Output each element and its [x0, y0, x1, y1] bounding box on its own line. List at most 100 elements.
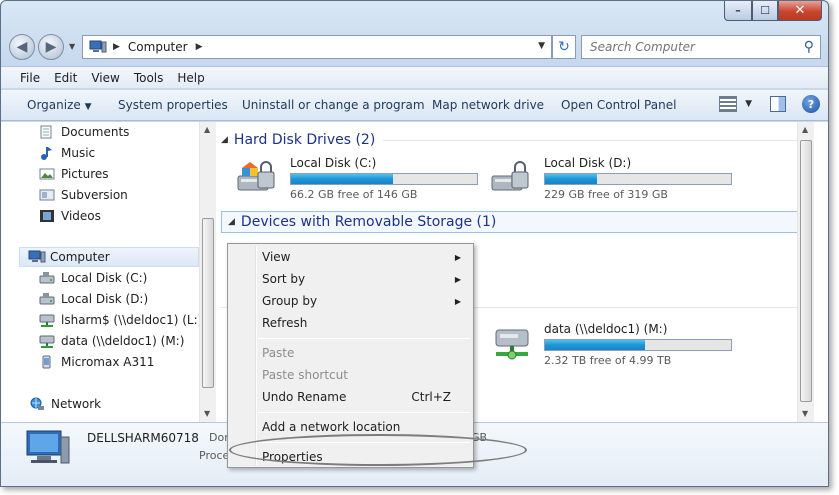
computer-icon: [28, 250, 46, 264]
maximize-button[interactable]: ☐: [752, 1, 778, 21]
nav-item-label: Local Disk (D:): [61, 292, 149, 306]
forward-button[interactable]: ▶: [38, 34, 64, 60]
network-drive-icon: [39, 313, 55, 327]
nav-item-label: Music: [61, 146, 96, 160]
system-properties-button[interactable]: System properties: [118, 98, 228, 112]
locked-disk-icon: [236, 158, 280, 196]
search-input[interactable]: [590, 40, 790, 54]
computer-large-icon: [25, 429, 71, 472]
recent-pages-dropdown[interactable]: ▼: [69, 42, 75, 51]
nav-item-local-disk-d[interactable]: Local Disk (D:): [39, 289, 148, 309]
collapse-triangle-icon[interactable]: ◢: [228, 217, 235, 227]
processor-label: Proce: [199, 449, 230, 462]
context-item-view[interactable]: View ▶: [230, 247, 471, 267]
nav-item-lsharm-drive[interactable]: lsharm$ (\\deldoc1) (L:): [39, 310, 202, 330]
menu-tools[interactable]: Tools: [134, 71, 164, 85]
nav-item-label: Micromax A311: [61, 355, 155, 369]
locked-disk-icon: [490, 158, 534, 196]
view-dropdown-icon[interactable]: ▼: [745, 99, 752, 109]
highlight-ellipse: [229, 434, 527, 466]
drive-name: Local Disk (D:): [544, 156, 632, 170]
menu-edit[interactable]: Edit: [54, 71, 77, 85]
nav-item-label: data (\\deldoc1) (M:): [61, 334, 185, 348]
refresh-icon: ↻: [558, 39, 570, 55]
nav-item-label: Computer: [50, 250, 110, 264]
shortcut-label: Ctrl+Z: [411, 390, 451, 404]
drive-usage-bar: [544, 339, 732, 351]
nav-pane-scrollbar[interactable]: ▲ ▼: [199, 122, 216, 422]
group-title: Hard Disk Drives (2): [233, 132, 376, 148]
map-network-drive-button[interactable]: Map network drive: [432, 98, 544, 112]
phone-icon: [39, 355, 55, 369]
nav-item-data-drive[interactable]: data (\\deldoc1) (M:): [39, 331, 184, 351]
scroll-up-icon[interactable]: ▲: [204, 125, 210, 134]
main-pane-scrollbar[interactable]: ▲ ▼: [797, 122, 814, 422]
drive-data-network[interactable]: data (\\deldoc1) (M:) 2.32 TB free of 4.…: [490, 322, 732, 367]
scroll-down-icon[interactable]: ▼: [204, 409, 210, 418]
drive-usage-bar: [290, 173, 478, 185]
nav-item-videos[interactable]: Videos: [39, 206, 101, 226]
refresh-button[interactable]: ↻: [552, 35, 576, 59]
drive-free-space: 229 GB free of 319 GB: [544, 188, 668, 201]
help-icon[interactable]: ?: [802, 95, 820, 113]
nav-item-micromax[interactable]: Micromax A311: [39, 352, 154, 372]
organize-button[interactable]: Organize ▼: [27, 98, 92, 112]
context-item-label: Undo Rename: [262, 390, 347, 404]
back-button[interactable]: ◀: [9, 34, 35, 60]
submenu-arrow-icon: ▶: [454, 252, 461, 262]
nav-item-pictures[interactable]: Pictures: [39, 164, 109, 184]
nav-item-documents[interactable]: Documents: [39, 122, 129, 142]
disk-icon: [39, 271, 55, 285]
navigation-pane: Documents Music Pictures Subversion Vide…: [1, 122, 216, 422]
change-view-icon[interactable]: [719, 96, 738, 112]
collapse-triangle-icon[interactable]: ◢: [221, 135, 228, 145]
nav-scroll-thumb[interactable]: [202, 218, 214, 388]
breadcrumb-chevron-icon[interactable]: ▶: [196, 42, 203, 52]
context-separator: [258, 412, 470, 413]
minimize-button[interactable]: –: [724, 1, 752, 21]
group-header-hard-disk-drives[interactable]: ◢ Hard Disk Drives (2): [221, 129, 801, 151]
menu-file[interactable]: File: [20, 71, 40, 85]
nav-item-computer[interactable]: Computer: [19, 247, 199, 267]
context-item-paste[interactable]: Paste: [230, 343, 471, 363]
context-item-paste-shortcut[interactable]: Paste shortcut: [230, 365, 471, 385]
nav-item-label: Local Disk (C:): [61, 271, 148, 285]
drive-usage-fill: [545, 174, 598, 184]
context-separator: [258, 338, 470, 339]
nav-item-network[interactable]: Network: [29, 394, 101, 414]
nav-item-local-disk-c[interactable]: Local Disk (C:): [39, 268, 147, 288]
breadcrumb-computer[interactable]: Computer: [128, 40, 188, 54]
pictures-icon: [39, 167, 55, 181]
scroll-down-icon[interactable]: ▼: [802, 409, 808, 418]
menu-view[interactable]: View: [91, 71, 119, 85]
breadcrumb-separator-icon[interactable]: ▶: [113, 42, 120, 52]
open-control-panel-button[interactable]: Open Control Panel: [561, 98, 676, 112]
address-dropdown-icon[interactable]: ▼: [538, 41, 545, 51]
drive-usage-fill: [291, 174, 394, 184]
main-scroll-thumb[interactable]: [800, 140, 812, 402]
menu-help[interactable]: Help: [177, 71, 204, 85]
search-icon[interactable]: ⚲: [804, 39, 814, 55]
drive-free-space: 66.2 GB free of 146 GB: [290, 188, 418, 201]
context-item-sort-by[interactable]: Sort by ▶: [230, 269, 471, 289]
drive-local-disk-c[interactable]: Local Disk (C:) 66.2 GB free of 146 GB: [236, 156, 478, 201]
computer-name: DELLSHARM60718: [87, 431, 199, 445]
group-header-removable-storage[interactable]: ◢ Devices with Removable Storage (1): [221, 211, 805, 233]
documents-icon: [39, 125, 55, 139]
close-button[interactable]: ✕: [778, 1, 822, 21]
search-box[interactable]: ⚲: [581, 35, 821, 59]
context-item-refresh[interactable]: Refresh: [230, 313, 471, 333]
submenu-arrow-icon: ▶: [454, 296, 461, 306]
context-item-group-by[interactable]: Group by ▶: [230, 291, 471, 311]
nav-item-label: Subversion: [61, 188, 128, 202]
drive-local-disk-d[interactable]: Local Disk (D:) 229 GB free of 319 GB: [490, 156, 732, 201]
toolbar-icons: ▼ ?: [719, 95, 820, 113]
preview-pane-icon[interactable]: [770, 96, 786, 112]
nav-item-subversion[interactable]: Subversion: [39, 185, 128, 205]
context-item-undo-rename[interactable]: Undo Rename Ctrl+Z: [230, 387, 471, 407]
address-bar[interactable]: ▶ Computer ▶ ▼: [82, 35, 552, 59]
uninstall-program-button[interactable]: Uninstall or change a program: [242, 98, 425, 112]
videos-icon: [39, 209, 55, 223]
nav-item-music[interactable]: Music: [39, 143, 95, 163]
scroll-up-icon[interactable]: ▲: [802, 125, 808, 134]
